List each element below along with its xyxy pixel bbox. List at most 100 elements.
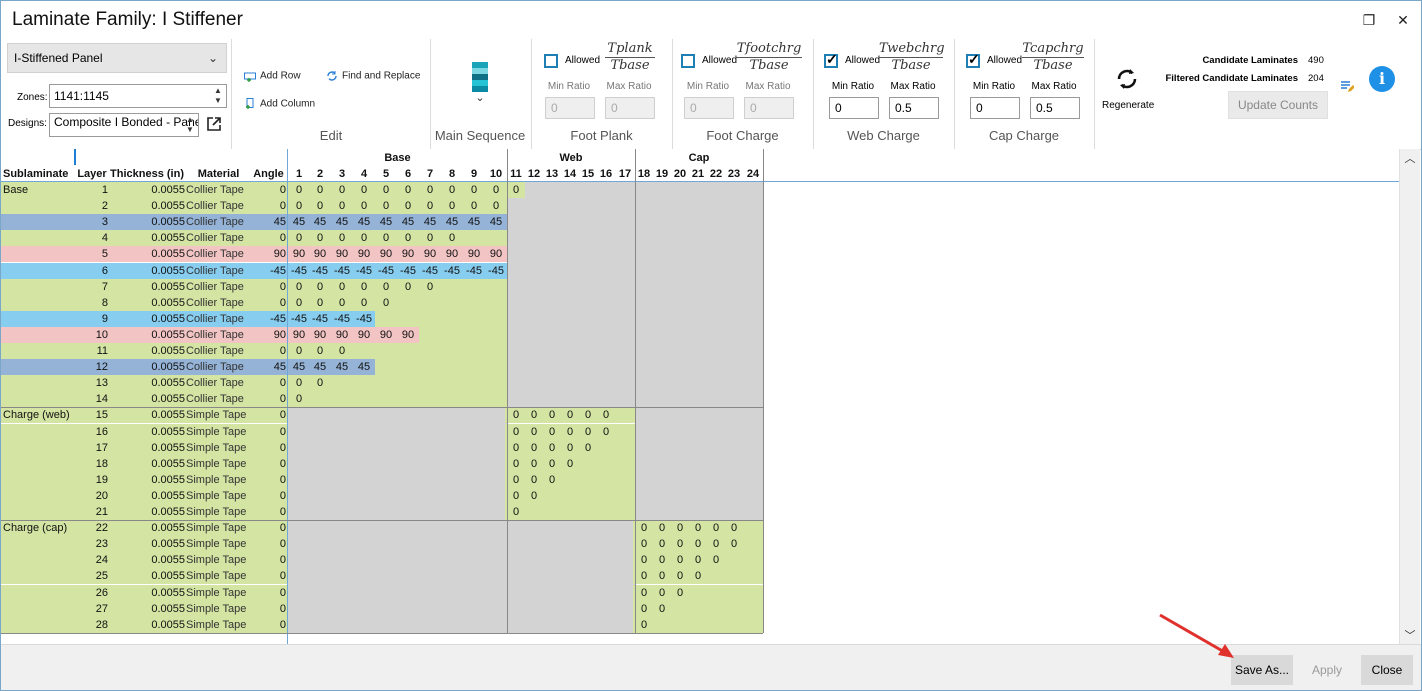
ply-angle-cell[interactable]: 45 (463, 214, 485, 230)
column-header[interactable]: Material (186, 166, 251, 182)
angle-cell[interactable]: 0 (251, 488, 286, 504)
apply-button[interactable]: Apply (1298, 655, 1356, 685)
material-cell[interactable]: Collier Tape (186, 327, 251, 343)
sequence-column-header[interactable]: 19 (653, 166, 671, 182)
material-cell[interactable]: Simple Tape (186, 568, 251, 584)
ply-angle-cell[interactable]: 90 (375, 246, 397, 262)
ply-angle-cell[interactable]: -45 (289, 263, 309, 279)
ply-angle-cell[interactable]: 0 (507, 504, 525, 520)
find-replace-button[interactable]: Find and Replace (326, 70, 420, 82)
ply-angle-cell[interactable]: 45 (331, 359, 353, 375)
layer-cell[interactable]: 8 (76, 295, 108, 311)
ply-angle-cell[interactable]: 45 (441, 214, 463, 230)
foot-plank-max-field[interactable]: 0 (605, 97, 655, 119)
layer-cell[interactable]: 26 (76, 585, 108, 601)
thickness-cell[interactable]: 0.0055 (109, 617, 185, 633)
ply-angle-cell[interactable]: 0 (561, 456, 579, 472)
ply-angle-cell[interactable]: 0 (561, 424, 579, 440)
ply-angle-cell[interactable]: 0 (353, 182, 375, 198)
ply-angle-cell[interactable]: 0 (561, 440, 579, 456)
update-counts-button[interactable]: Update Counts (1228, 91, 1328, 119)
ply-angle-cell[interactable]: 0 (485, 198, 507, 214)
angle-cell[interactable]: 0 (251, 617, 286, 633)
sublaminate-cell[interactable]: Charge (cap) (3, 520, 75, 536)
regenerate-button[interactable]: Regenerate (1102, 65, 1154, 111)
material-cell[interactable]: Simple Tape (186, 440, 251, 456)
ply-angle-cell[interactable]: 0 (375, 182, 397, 198)
sequence-column-header[interactable]: 12 (525, 166, 543, 182)
material-cell[interactable]: Simple Tape (186, 617, 251, 633)
angle-cell[interactable]: 0 (251, 552, 286, 568)
scroll-up-icon[interactable]: ︿ (1400, 150, 1420, 166)
material-cell[interactable]: Collier Tape (186, 311, 251, 327)
ply-angle-cell[interactable]: 0 (309, 182, 331, 198)
ply-angle-cell[interactable]: 0 (353, 279, 375, 295)
layer-cell[interactable]: 20 (76, 488, 108, 504)
ply-angle-cell[interactable]: 0 (309, 295, 331, 311)
ply-angle-cell[interactable]: 0 (635, 585, 653, 601)
ply-angle-cell[interactable]: 0 (689, 520, 707, 536)
sequence-column-header[interactable]: 21 (689, 166, 707, 182)
thickness-cell[interactable]: 0.0055 (109, 440, 185, 456)
thickness-cell[interactable]: 0.0055 (109, 552, 185, 568)
ply-angle-cell[interactable]: 0 (525, 456, 543, 472)
ply-angle-cell[interactable]: 0 (289, 295, 309, 311)
ply-angle-cell[interactable]: 0 (441, 198, 463, 214)
web-charge-max-field[interactable]: 0.5 (889, 97, 939, 119)
thickness-cell[interactable]: 0.0055 (109, 504, 185, 520)
ply-angle-cell[interactable]: 0 (375, 279, 397, 295)
thickness-cell[interactable]: 0.0055 (109, 311, 185, 327)
spin-up-icon[interactable]: ▲ (214, 86, 224, 96)
ply-angle-cell[interactable]: 0 (689, 568, 707, 584)
ply-angle-cell[interactable]: -45 (419, 263, 441, 279)
angle-cell[interactable]: -45 (251, 263, 286, 279)
thickness-cell[interactable]: 0.0055 (109, 359, 185, 375)
sequence-column-header[interactable]: 17 (615, 166, 635, 182)
ply-angle-cell[interactable]: 0 (525, 407, 543, 423)
angle-cell[interactable]: 0 (251, 182, 286, 198)
designs-field[interactable]: Composite I Bonded - Panel Stiffener ▲ ▼ (49, 113, 199, 137)
ply-angle-cell[interactable]: 90 (485, 246, 507, 262)
ply-angle-cell[interactable]: 0 (331, 198, 353, 214)
layer-cell[interactable]: 7 (76, 279, 108, 295)
thickness-cell[interactable]: 0.0055 (109, 343, 185, 359)
ply-angle-cell[interactable]: 0 (635, 601, 653, 617)
ply-angle-cell[interactable]: 0 (419, 182, 441, 198)
layer-cell[interactable]: 1 (76, 182, 108, 198)
ply-angle-cell[interactable]: 0 (353, 198, 375, 214)
ply-angle-cell[interactable]: 0 (597, 424, 615, 440)
thickness-cell[interactable]: 0.0055 (109, 536, 185, 552)
layer-cell[interactable]: 17 (76, 440, 108, 456)
maximize-icon[interactable]: ❐ (1359, 10, 1379, 30)
ply-angle-cell[interactable]: 45 (331, 214, 353, 230)
angle-cell[interactable]: 0 (251, 504, 286, 520)
ply-angle-cell[interactable]: 0 (507, 472, 525, 488)
ply-angle-cell[interactable]: -45 (331, 263, 353, 279)
foot-plank-min-field[interactable]: 0 (545, 97, 595, 119)
layer-cell[interactable]: 12 (76, 359, 108, 375)
ply-angle-cell[interactable]: 90 (353, 246, 375, 262)
ply-angle-cell[interactable]: 90 (309, 327, 331, 343)
sequence-column-header[interactable]: 4 (353, 166, 375, 182)
spin-up-icon[interactable]: ▲ (186, 115, 196, 125)
ply-angle-cell[interactable]: 0 (635, 617, 653, 633)
thickness-cell[interactable]: 0.0055 (109, 407, 185, 423)
sequence-column-header[interactable]: 2 (309, 166, 331, 182)
ply-angle-cell[interactable]: 0 (543, 407, 561, 423)
family-combo[interactable]: I-Stiffened Panel ⌄ (7, 43, 227, 73)
spin-down-icon[interactable]: ▼ (214, 96, 224, 106)
column-header[interactable]: Angle (251, 166, 286, 182)
angle-cell[interactable]: 0 (251, 198, 286, 214)
thickness-cell[interactable]: 0.0055 (109, 214, 185, 230)
ply-angle-cell[interactable]: 0 (331, 343, 353, 359)
sequence-column-header[interactable]: 22 (707, 166, 725, 182)
layer-cell[interactable]: 5 (76, 246, 108, 262)
ply-angle-cell[interactable]: 0 (507, 424, 525, 440)
close-button[interactable]: Close (1361, 655, 1413, 685)
layer-cell[interactable]: 25 (76, 568, 108, 584)
sequence-column-header[interactable]: 20 (671, 166, 689, 182)
ply-angle-cell[interactable]: 0 (331, 279, 353, 295)
thickness-cell[interactable]: 0.0055 (109, 601, 185, 617)
add-row-button[interactable]: Add Row (244, 70, 301, 82)
ply-angle-cell[interactable]: -45 (309, 263, 331, 279)
